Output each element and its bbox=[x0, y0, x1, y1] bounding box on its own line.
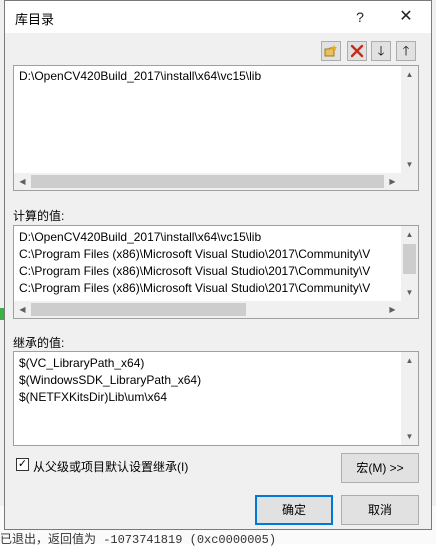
cancel-button[interactable]: 取消 bbox=[341, 495, 419, 525]
scroll-down-arrow[interactable]: ▼ bbox=[401, 156, 418, 173]
delete-line-button[interactable] bbox=[347, 41, 367, 61]
computed-horizontal-scrollbar[interactable]: ◀ ▶ bbox=[14, 301, 401, 318]
arrow-up-icon: 🡑 bbox=[402, 43, 410, 58]
list-item: C:\Program Files (x86)\Microsoft Visual … bbox=[19, 264, 371, 278]
help-button[interactable]: ? bbox=[345, 5, 375, 29]
new-line-button[interactable] bbox=[321, 41, 341, 61]
scroll-thumb[interactable] bbox=[403, 244, 416, 274]
directory-editor[interactable]: D:\OpenCV420Build_2017\install\x64\vc15\… bbox=[13, 65, 419, 191]
new-folder-icon bbox=[324, 45, 337, 57]
delete-icon bbox=[350, 44, 364, 58]
editor-line[interactable]: D:\OpenCV420Build_2017\install\x64\vc15\… bbox=[19, 68, 261, 85]
editor-vertical-scrollbar[interactable]: ▲ ▼ bbox=[401, 66, 418, 173]
scroll-right-arrow[interactable]: ▶ bbox=[384, 173, 401, 190]
editor-horizontal-scrollbar[interactable]: ◀ ▶ bbox=[14, 173, 401, 190]
scroll-thumb[interactable] bbox=[31, 303, 246, 316]
computed-values-list[interactable]: D:\OpenCV420Build_2017\install\x64\vc15\… bbox=[13, 225, 419, 319]
arrow-down-icon: 🡓 bbox=[377, 43, 385, 58]
computed-values-label: 计算的值: bbox=[13, 209, 65, 223]
list-item: C:\Program Files (x86)\Microsoft Visual … bbox=[19, 281, 371, 295]
dialog-title: 库目录 bbox=[15, 12, 55, 27]
scroll-up-arrow[interactable]: ▲ bbox=[401, 226, 418, 243]
scroll-right-arrow[interactable]: ▶ bbox=[384, 301, 401, 318]
scroll-down-arrow[interactable]: ▼ bbox=[401, 284, 418, 301]
move-up-button[interactable]: 🡑 bbox=[396, 41, 416, 61]
list-item: $(NETFXKitsDir)Lib\um\x64 bbox=[19, 390, 168, 404]
computed-vertical-scrollbar[interactable]: ▲ ▼ bbox=[401, 226, 418, 301]
macros-button[interactable]: 宏(M) >> bbox=[341, 453, 419, 483]
list-item: $(VC_LibraryPath_x64) bbox=[19, 356, 145, 370]
scroll-up-arrow[interactable]: ▲ bbox=[401, 66, 418, 83]
inherited-vertical-scrollbar[interactable]: ▲ ▼ bbox=[401, 352, 418, 445]
scroll-up-arrow[interactable]: ▲ bbox=[401, 352, 418, 369]
list-item: D:\OpenCV420Build_2017\install\x64\vc15\… bbox=[19, 230, 262, 244]
scrollbar-corner bbox=[401, 173, 418, 190]
scrollbar-corner bbox=[401, 301, 418, 318]
inherit-checkbox-label[interactable]: 从父级或项目默认设置继承(I) bbox=[33, 458, 188, 475]
inherit-checkbox[interactable]: ✓ bbox=[16, 458, 29, 471]
title-bar[interactable]: 库目录 ? ✕ bbox=[5, 1, 431, 33]
ok-button[interactable]: 确定 bbox=[255, 495, 333, 525]
list-item: C:\Program Files (x86)\Microsoft Visual … bbox=[19, 247, 371, 261]
scroll-left-arrow[interactable]: ◀ bbox=[14, 301, 31, 318]
list-item: $(WindowsSDK_LibraryPath_x64) bbox=[19, 373, 202, 387]
close-button[interactable]: ✕ bbox=[391, 5, 421, 29]
scroll-thumb[interactable] bbox=[31, 175, 384, 188]
scroll-left-arrow[interactable]: ◀ bbox=[14, 173, 31, 190]
library-directories-dialog: 库目录 ? ✕ 🡓 🡑 D:\OpenCV420Build_2017\insta… bbox=[4, 0, 432, 530]
move-down-button[interactable]: 🡓 bbox=[371, 41, 391, 61]
scroll-down-arrow[interactable]: ▼ bbox=[401, 428, 418, 445]
inherited-values-label: 继承的值: bbox=[13, 336, 65, 350]
background-output-text: 已退出，返回值为 -1073741819 (0xc0000005) bbox=[0, 533, 277, 547]
inherited-values-list[interactable]: $(VC_LibraryPath_x64) $(WindowsSDK_Libra… bbox=[13, 351, 419, 446]
